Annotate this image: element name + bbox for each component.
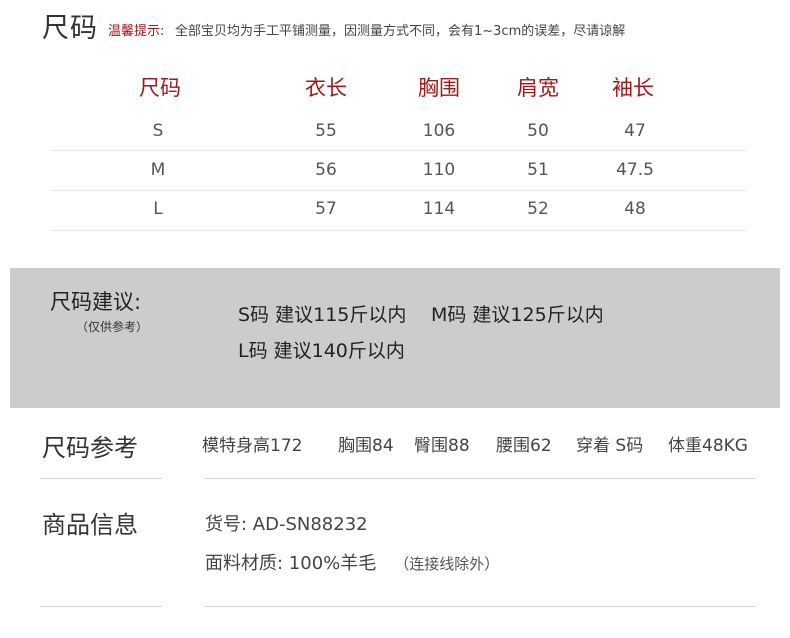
recommendation-subtitle: （仅供参考） — [76, 320, 149, 334]
table-cell: L — [153, 199, 163, 219]
reference-item-bust: 胸围84 — [338, 436, 394, 456]
table-header-size: 尺码 — [139, 76, 181, 100]
size-reference-title: 尺码参考 — [42, 434, 138, 462]
row-divider — [50, 190, 746, 191]
reference-item-weight: 体重48KG — [668, 436, 748, 456]
table-cell: 52 — [527, 199, 549, 219]
table-cell: 47 — [624, 121, 646, 141]
recommendation-m: M码 建议125斤以内 — [431, 304, 604, 326]
table-header-shoulder: 肩宽 — [517, 76, 559, 100]
table-cell: M — [150, 160, 166, 180]
tip-text: 全部宝贝均为手工平铺测量，因测量方式不同，会有1~3cm的误差，尽请谅解 — [175, 24, 626, 39]
section-divider — [204, 606, 756, 607]
section-divider — [40, 478, 162, 479]
recommendation-title: 尺码建议: — [50, 290, 142, 314]
table-cell: 110 — [422, 160, 456, 180]
table-header-chest: 胸围 — [418, 76, 460, 100]
product-material-note: （连接线除外） — [394, 555, 500, 573]
product-sku: 货号: AD-SN88232 — [205, 514, 368, 535]
row-divider — [50, 230, 746, 231]
reference-item-hip: 臀围88 — [414, 436, 470, 456]
row-divider — [50, 150, 746, 151]
section-divider — [40, 606, 162, 607]
table-cell: 106 — [422, 121, 456, 141]
table-header-sleeve: 袖长 — [612, 76, 654, 100]
product-info-title: 商品信息 — [42, 511, 138, 539]
table-cell: 47.5 — [616, 160, 654, 180]
size-title: 尺码 — [42, 13, 98, 44]
table-cell: 114 — [422, 199, 456, 219]
table-cell: 48 — [624, 199, 646, 219]
table-cell: 50 — [527, 121, 549, 141]
recommendation-l: L码 建议140斤以内 — [238, 340, 405, 362]
table-cell: 51 — [527, 160, 549, 180]
table-cell: 55 — [315, 121, 337, 141]
product-material: 面料材质: 100%羊毛 — [205, 553, 377, 574]
reference-item-waist: 腰围62 — [496, 436, 552, 456]
table-cell: 57 — [315, 199, 337, 219]
table-cell: 56 — [315, 160, 337, 180]
reference-item-height: 模特身高172 — [202, 436, 303, 456]
product-material-line: 面料材质: 100%羊毛 （连接线除外） — [205, 549, 499, 575]
recommendation-s: S码 建议115斤以内 — [238, 304, 407, 326]
section-divider — [204, 478, 756, 479]
table-header-length: 衣长 — [305, 76, 347, 100]
table-cell: S — [152, 121, 164, 141]
tip-label: 温馨提示: — [108, 24, 165, 39]
reference-item-wears: 穿着 S码 — [576, 436, 644, 456]
